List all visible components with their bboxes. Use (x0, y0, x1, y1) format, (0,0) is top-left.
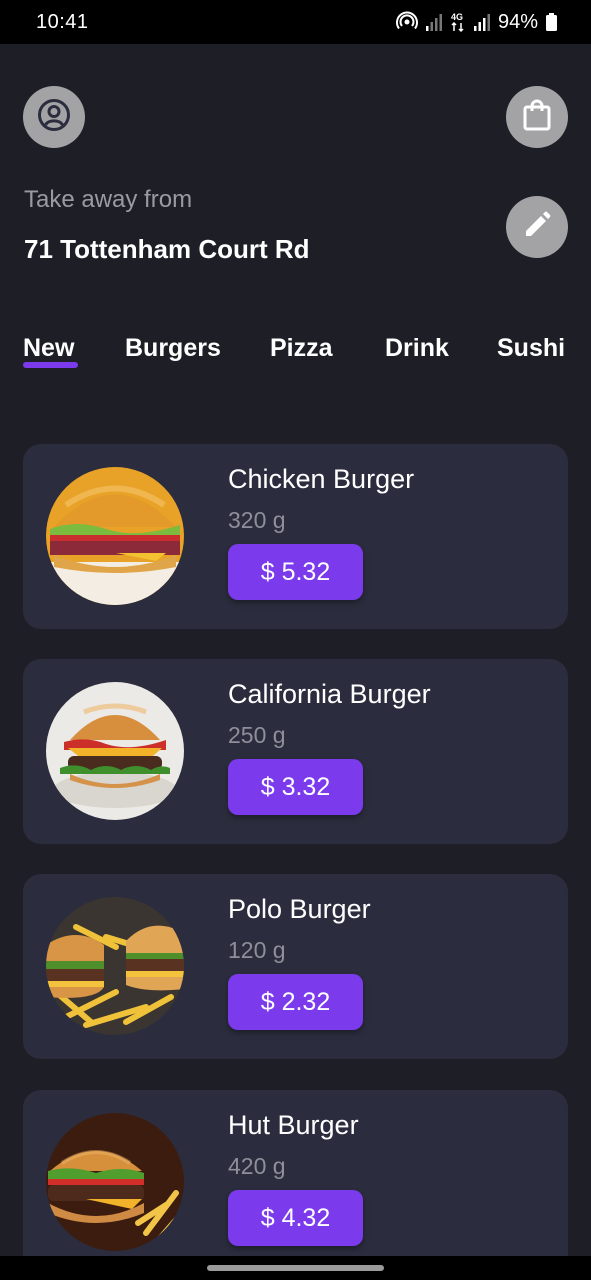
product-weight: 120 g (228, 937, 286, 963)
pickup-address: 71 Tottenham Court Rd (24, 234, 310, 264)
tab-burgers[interactable]: Burgers (125, 334, 221, 363)
tab-drink[interactable]: Drink (385, 334, 449, 363)
product-weight: 320 g (228, 507, 286, 533)
product-image (46, 467, 184, 605)
add-to-cart-price-button[interactable]: $ 5.32 (228, 544, 363, 600)
add-to-cart-price-button[interactable]: $ 4.32 (228, 1190, 363, 1246)
product-image (46, 682, 184, 820)
svg-text:4G: 4G (451, 12, 463, 22)
battery-percent: 94% (497, 10, 538, 33)
system-nav-bar (0, 1256, 591, 1280)
tab-pizza[interactable]: Pizza (270, 334, 333, 363)
signal-icon (473, 13, 490, 31)
takeaway-label: Take away from (24, 186, 193, 213)
add-to-cart-price-button[interactable]: $ 2.32 (228, 974, 363, 1030)
category-tabs: New Burgers Pizza Drink Sushi (0, 334, 591, 378)
product-weight: 420 g (228, 1153, 286, 1179)
signal-icon (425, 13, 442, 31)
cart-button[interactable] (506, 86, 568, 148)
status-bar: 10:41 4G 94% (0, 0, 591, 44)
product-weight: 250 g (228, 722, 286, 748)
edit-address-button[interactable] (506, 196, 568, 258)
status-time: 10:41 (36, 10, 89, 33)
product-name: Polo Burger (228, 894, 371, 924)
home-indicator[interactable] (207, 1265, 384, 1271)
product-name: Hut Burger (228, 1110, 359, 1140)
shopping-bag-icon (522, 99, 552, 136)
pencil-icon (522, 210, 552, 245)
product-image (46, 1113, 184, 1251)
add-to-cart-price-button[interactable]: $ 3.32 (228, 759, 363, 815)
product-name: Chicken Burger (228, 464, 415, 494)
app-screen: 10:41 4G 94% Take away from 71 Tottenham… (0, 0, 591, 1280)
active-tab-indicator (23, 362, 78, 368)
profile-button[interactable] (23, 86, 85, 148)
status-icons: 4G 94% (396, 11, 557, 34)
product-image (46, 897, 184, 1035)
product-card[interactable]: Hut Burger 420 g $ 4.32 (23, 1090, 568, 1275)
hotspot-icon (396, 11, 418, 33)
network-4g-icon: 4G (450, 11, 466, 33)
battery-icon (546, 13, 557, 31)
account-circle-icon (37, 98, 71, 137)
product-card[interactable]: Polo Burger 120 g $ 2.32 (23, 874, 568, 1059)
product-card[interactable]: California Burger 250 g $ 3.32 (23, 659, 568, 844)
tab-sushi[interactable]: Sushi (497, 334, 565, 363)
tab-new[interactable]: New (23, 334, 74, 363)
product-name: California Burger (228, 679, 431, 709)
product-card[interactable]: Chicken Burger 320 g $ 5.32 (23, 444, 568, 629)
